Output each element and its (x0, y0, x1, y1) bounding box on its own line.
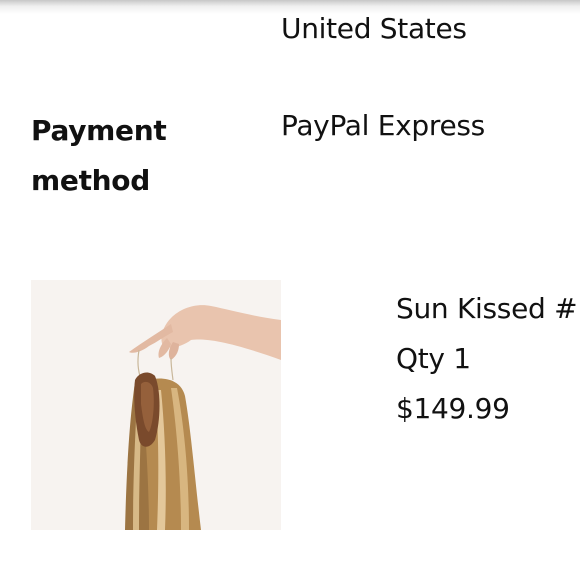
product-price: $149.99 (396, 392, 510, 425)
shipping-country: United States (281, 12, 467, 45)
payment-method-value: PayPal Express (281, 109, 485, 142)
product-image[interactable] (31, 280, 281, 530)
order-summary-page: United States Payment method PayPal Expr… (0, 0, 580, 580)
product-details: Sun Kissed # Qty 1 $149.99 (396, 284, 580, 434)
product-quantity: Qty 1 (396, 342, 471, 375)
hair-extension-illustration (125, 305, 281, 530)
payment-method-label: Payment method (31, 114, 167, 197)
product-name[interactable]: Sun Kissed # (396, 284, 580, 334)
